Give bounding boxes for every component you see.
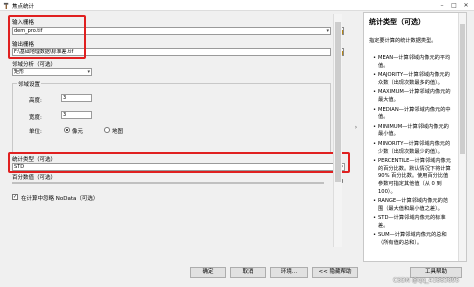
chevron-down-icon[interactable]: ▾ xyxy=(87,69,90,75)
unit-map-radio[interactable] xyxy=(104,127,110,133)
highlight-box-statistics xyxy=(8,152,350,173)
unit-map-label: 地图 xyxy=(112,129,124,135)
neighborhood-settings-group xyxy=(12,83,331,153)
cancel-button[interactable]: 取消 xyxy=(230,267,266,278)
close-icon[interactable]: ✕ xyxy=(460,1,472,10)
list-item: PERCENTILE—计算邻域内像元的百分比数。默认情况下将计算 90% 百分比… xyxy=(373,158,453,196)
unit-cell-radio[interactable] xyxy=(64,127,70,133)
height-label: 高度: xyxy=(29,98,42,104)
minimize-icon[interactable]: – xyxy=(436,1,448,10)
form-scrollbar-thumb[interactable] xyxy=(335,22,341,182)
neighborhood-value: 矩形 xyxy=(14,69,25,75)
unit-cell-label: 像元 xyxy=(72,129,84,135)
help-intro: 指定要计算的统计数据类型。 xyxy=(369,38,437,44)
chevron-right-icon[interactable]: › xyxy=(352,120,360,136)
help-title: 统计类型（可选） xyxy=(369,18,425,26)
help-list: MEAN—计算邻域内像元的平均值。 MAJORITY—计算邻域内像元的众数（出现… xyxy=(373,55,453,250)
height-input[interactable]: 3 xyxy=(61,94,92,102)
highlight-box-rasters xyxy=(8,15,86,59)
width-value: 3 xyxy=(63,112,67,118)
width-input[interactable]: 3 xyxy=(61,111,92,119)
height-value: 3 xyxy=(63,95,67,101)
list-item: MAJORITY—计算邻域内像元的众数（出现次数最多的值）。 xyxy=(373,72,453,87)
neighborhood-settings-label: 邻域设置 xyxy=(17,80,42,88)
ignore-nodata-checkbox[interactable]: ✓ xyxy=(12,194,18,200)
percentile-slider[interactable] xyxy=(12,182,324,184)
watermark: CSDN @qq_41883895 xyxy=(393,277,460,284)
neighborhood-select[interactable]: 矩形 ▾ xyxy=(12,68,92,76)
width-label: 宽度: xyxy=(29,115,42,121)
list-item: MINIMUM—计算邻域内像元的最小值。 xyxy=(373,124,453,139)
ok-button[interactable]: 确定 xyxy=(190,267,226,278)
list-item: MEDIAN—计算邻域内像元的中值。 xyxy=(373,107,453,122)
units-label: 单位: xyxy=(29,129,42,135)
list-item: STD—计算邻域内像元的标准差。 xyxy=(373,215,453,230)
environments-button[interactable]: 环境... xyxy=(270,267,308,278)
list-item: MEAN—计算邻域内像元的平均值。 xyxy=(373,55,453,70)
window-title: 焦点统计 xyxy=(12,4,35,10)
ignore-nodata-label: 在计算中忽略 NoData（可选） xyxy=(21,196,99,202)
list-item: MINORITY—计算邻域内像元的少数（出现次数最少的值）。 xyxy=(373,141,453,156)
hide-help-button[interactable]: << 隐藏帮助 xyxy=(312,267,358,278)
hammer-icon xyxy=(3,2,9,9)
maximize-icon[interactable]: □ xyxy=(448,1,460,10)
list-item: RANGE—计算邻域内像元的范围（最大值和最小值之差）。 xyxy=(373,198,453,213)
help-scrollbar-thumb[interactable] xyxy=(460,24,465,154)
neighborhood-label: 邻域分析（可选） xyxy=(12,62,57,68)
chevron-down-icon[interactable]: ▾ xyxy=(326,28,329,34)
list-item: MAXIMUM—计算邻域内像元的最大值。 xyxy=(373,89,453,104)
list-item: SUM—计算邻域内像元的总和（所有值的总和）。 xyxy=(373,232,453,247)
percentile-label: 百分数值（可选） xyxy=(12,175,57,181)
help-panel: 统计类型（可选） 指定要计算的统计数据类型。 MEAN—计算邻域内像元的平均值。… xyxy=(363,12,467,262)
title-bar: 焦点统计 – □ ✕ xyxy=(0,0,474,11)
